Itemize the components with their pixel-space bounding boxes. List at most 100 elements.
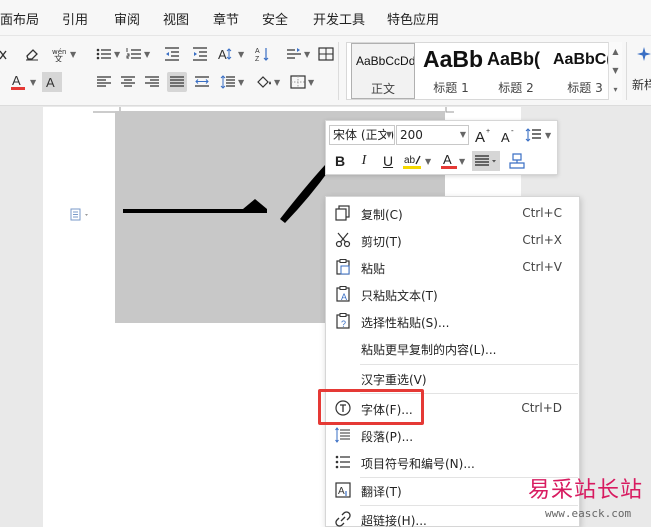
new-style-icon[interactable] [634, 44, 651, 64]
chevron-down-icon[interactable]: ▼ [609, 61, 622, 80]
menu-item-paste-earlier[interactable]: 粘贴更早复制的内容(L)... [326, 335, 579, 362]
svg-text:A: A [443, 152, 452, 167]
svg-text:+: + [486, 128, 490, 135]
borders-icon[interactable] [288, 72, 308, 92]
bold-button[interactable]: B [330, 151, 350, 171]
hyperlink-icon [334, 510, 352, 527]
sort-icon[interactable]: AZ [253, 44, 273, 64]
bullet-list-icon[interactable] [94, 44, 114, 64]
svg-text:A: A [255, 48, 260, 55]
paragraph-icon [334, 426, 352, 444]
style-heading-1-preview: AaBb [423, 46, 483, 72]
font-color-icon[interactable]: A [439, 151, 459, 171]
decrease-indent-icon[interactable] [162, 44, 182, 64]
menu-item-label: 粘贴更早复制的内容(L)... [361, 343, 497, 357]
menu-security[interactable]: 安全 [262, 9, 288, 28]
distributed-align-icon[interactable] [192, 72, 212, 92]
char-shading-icon[interactable]: A [42, 72, 62, 92]
menu-item-label: 项目符号和编号(N)... [361, 457, 475, 471]
menu-item-copy[interactable]: 复制(C) Ctrl+C [326, 200, 579, 227]
watermark-url: www.easck.com [545, 507, 632, 520]
style-heading-1-label: 标题 1 [433, 81, 469, 95]
font-size-value: 200 [400, 128, 423, 142]
menu-item-paste-special[interactable]: ? 选择性粘贴(S)... [326, 308, 579, 335]
chevron-down-icon: ▼ [459, 130, 466, 139]
grow-font-icon[interactable]: A + [474, 125, 494, 145]
svg-text:A: A [341, 292, 347, 302]
line-spacing-icon[interactable] [524, 125, 544, 145]
eraser-icon[interactable] [22, 44, 42, 64]
svg-text:A: A [218, 47, 227, 62]
superscript-icon[interactable] [0, 44, 16, 64]
shrink-font-icon[interactable]: A- [499, 125, 519, 145]
scissors-icon [334, 231, 352, 249]
menu-page-layout[interactable]: 面布局 [0, 9, 39, 28]
menu-view[interactable]: 视图 [163, 9, 189, 28]
new-style-label[interactable]: 新样 [632, 76, 651, 93]
style-normal-label: 正文 [370, 82, 395, 96]
menu-item-paste[interactable]: 粘贴 Ctrl+V [326, 254, 579, 281]
table-insert-icon[interactable] [316, 44, 336, 64]
menu-review[interactable]: 审阅 [114, 9, 140, 28]
menu-item-label: 翻译(T) [361, 485, 402, 499]
paragraph-align-button[interactable] [472, 151, 500, 171]
svg-text:A: A [338, 486, 345, 497]
paste-text-icon: A [334, 285, 352, 303]
numbered-list-icon[interactable] [124, 44, 144, 64]
styles-scroll[interactable]: ▲ ▼ ▾ [608, 42, 622, 100]
copy-icon [334, 204, 352, 222]
style-heading-2-preview: AaBb( [487, 49, 540, 69]
expand-gallery-icon[interactable]: ▾ [609, 80, 622, 99]
menu-item-paste-text-only[interactable]: A 只粘贴文本(T) [326, 281, 579, 308]
format-painter-icon[interactable] [507, 151, 527, 171]
line-spacing-icon[interactable] [284, 44, 304, 64]
menu-item-reconvert[interactable]: 汉字重选(V) [326, 365, 579, 392]
highlight-color-icon[interactable]: ab [403, 151, 423, 171]
menu-item-shortcut: Ctrl+X [522, 233, 562, 247]
paragraph-spacing-icon[interactable] [218, 72, 238, 92]
style-normal-preview: AaBbCcDd [356, 54, 415, 68]
menu-developer[interactable]: 开发工具 [313, 9, 365, 28]
increase-indent-icon[interactable] [190, 44, 210, 64]
chevron-up-icon[interactable]: ▲ [609, 42, 622, 61]
watermark-text: 易采站长站 [528, 478, 644, 503]
align-justify-icon[interactable] [167, 72, 187, 92]
style-heading-1[interactable]: AaBb 标题 1 [419, 43, 483, 99]
underline-button[interactable]: U [378, 151, 398, 171]
style-heading-2[interactable]: AaBb( 标题 2 [483, 43, 549, 99]
italic-button[interactable]: I [354, 151, 374, 171]
menu-item-label: 剪切(T) [361, 235, 402, 249]
menu-item-cut[interactable]: 剪切(T) Ctrl+X [326, 227, 579, 254]
shading-fill-icon[interactable] [254, 72, 274, 92]
menu-item-paragraph[interactable]: 段落(P)... [326, 422, 579, 449]
menu-item-shortcut: Ctrl+C [522, 206, 562, 220]
menu-item-hyperlink[interactable]: 超链接(H)... [326, 506, 579, 527]
align-right-icon[interactable] [142, 72, 162, 92]
menu-item-label: 段落(P)... [361, 430, 414, 444]
menu-special-apps[interactable]: 特色应用 [387, 9, 439, 28]
paste-icon [334, 258, 352, 276]
menu-section[interactable]: 章节 [213, 9, 239, 28]
menu-item-shortcut: Ctrl+V [522, 260, 562, 274]
phonetic-guide-icon[interactable]: wén 文 [50, 44, 70, 64]
style-heading-2-label: 标题 2 [498, 81, 534, 95]
font-item-highlight [318, 389, 424, 425]
menu-item-label: 粘贴 [361, 262, 386, 276]
font-color-icon[interactable]: A [8, 72, 28, 92]
menu-item-label: 复制(C) [361, 208, 403, 222]
mini-toolbar: 宋体 (正文) ▼ 200 ▼ A + A- ▼ B I U ab ▼ A ▼ [325, 120, 558, 175]
font-size-select[interactable]: 200 ▼ [396, 125, 469, 145]
svg-text:A: A [501, 130, 510, 143]
paragraph-handle-icon[interactable] [70, 208, 92, 225]
menu-item-label: 超链接(H)... [361, 514, 427, 527]
align-left-icon[interactable] [94, 72, 114, 92]
svg-text:?: ? [341, 319, 346, 329]
align-center-icon[interactable] [118, 72, 138, 92]
menu-references[interactable]: 引用 [62, 9, 88, 28]
menu-item-shortcut: Ctrl+D [521, 401, 562, 415]
text-direction-icon[interactable]: A [216, 44, 236, 64]
style-normal[interactable]: AaBbCcDd 正文 [351, 43, 415, 99]
font-name-select[interactable]: 宋体 (正文) ▼ [329, 125, 395, 145]
svg-text:-: - [511, 127, 514, 135]
svg-text:A: A [475, 129, 485, 143]
